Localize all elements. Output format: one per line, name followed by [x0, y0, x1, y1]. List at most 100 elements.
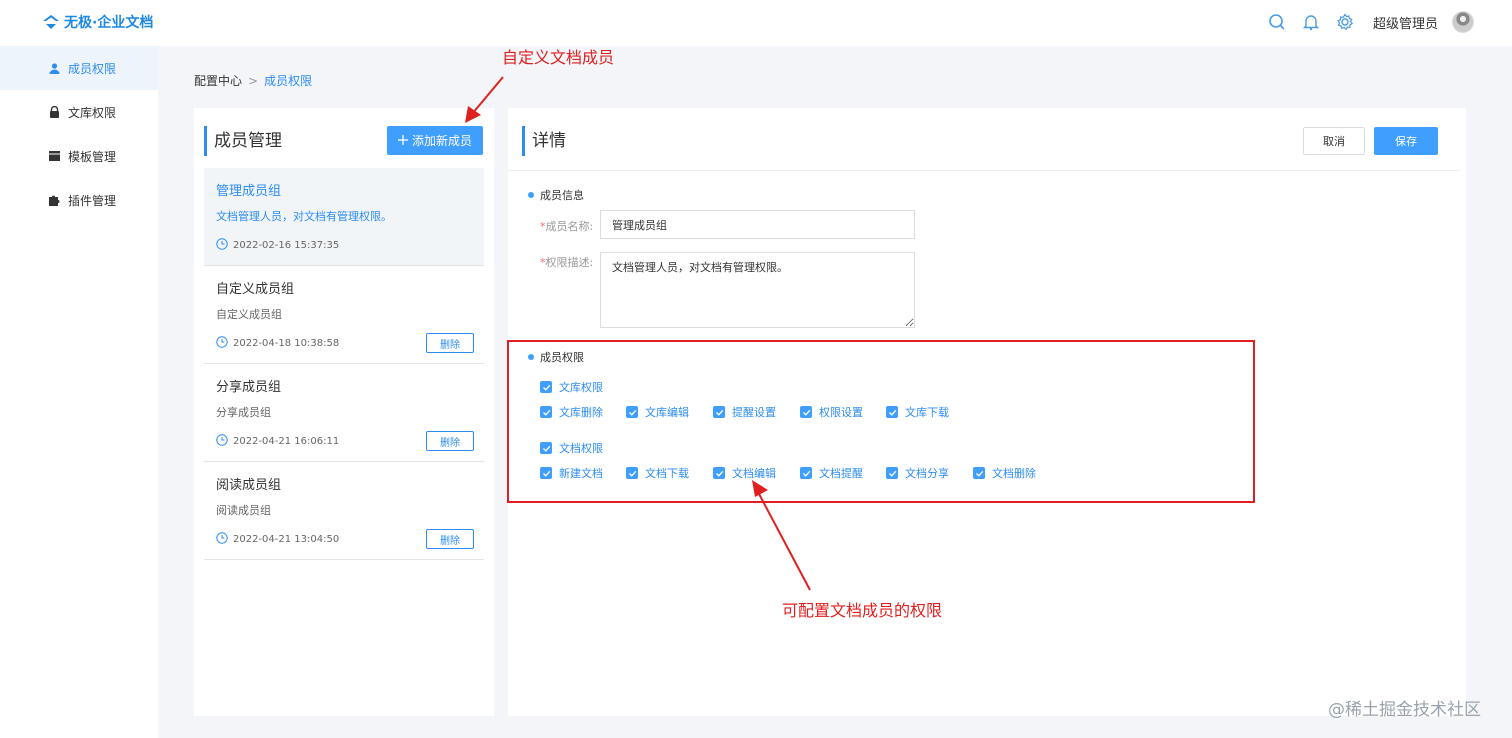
member-group-item[interactable]: 自定义成员组 自定义成员组 2022-04-18 10:38:58 删除: [204, 266, 484, 364]
sidebar-item-label: 成员权限: [68, 61, 117, 76]
checkbox-library-edit[interactable]: 文库编辑: [626, 404, 689, 420]
detail-panel: 详情 取消 保存 成员信息 *成员名称: *权限描述: 文档管理人员，对文档有管…: [508, 108, 1466, 716]
member-group-item[interactable]: 阅读成员组 阅读成员组 2022-04-21 13:04:50 删除: [204, 462, 484, 560]
permission-desc-label: *权限描述:: [540, 254, 593, 270]
checkbox-document-reminder[interactable]: 文档提醒: [800, 465, 863, 481]
sidebar-item-member-permissions[interactable]: 成员权限: [0, 46, 158, 90]
checkmark-icon: [886, 467, 898, 479]
checkmark-icon: [800, 406, 812, 418]
group-name: 阅读成员组: [216, 478, 282, 493]
breadcrumb-separator: >: [248, 73, 259, 88]
checkbox-label: 新建文档: [559, 467, 603, 480]
section-title: 成员权限: [540, 351, 584, 364]
checkbox-label: 文库删除: [559, 406, 603, 419]
breadcrumb: 配置中心 > 成员权限: [194, 72, 312, 89]
cancel-button[interactable]: 取消: [1303, 127, 1365, 155]
group-description: 文档管理人员，对文档有管理权限。: [216, 210, 392, 223]
checkbox-label: 文档提醒: [819, 467, 863, 480]
clock-icon: [216, 238, 228, 253]
user-name[interactable]: 超级管理员: [1373, 13, 1438, 32]
checkbox-label: 文档编辑: [732, 467, 776, 480]
template-icon: [48, 150, 60, 162]
watermark: @稀土掘金技术社区: [1328, 700, 1481, 720]
save-button[interactable]: 保存: [1374, 127, 1438, 155]
member-group-item[interactable]: 管理成员组 文档管理人员，对文档有管理权限。 2022-02-16 15:37:…: [204, 168, 484, 266]
group-description: 分享成员组: [216, 406, 271, 419]
annotation-custom-member: 自定义文档成员: [502, 48, 615, 67]
plus-icon: [397, 134, 408, 148]
breadcrumb-current: 成员权限: [264, 74, 313, 88]
sidebar-item-label: 模板管理: [68, 149, 117, 164]
checkbox-label: 文档下载: [645, 467, 689, 480]
main-content: 配置中心 > 成员权限 成员管理 添加新成员 管理成员组 文档管理人员，对文档有…: [158, 46, 1512, 738]
group-name: 自定义成员组: [216, 282, 295, 297]
checkmark-icon: [800, 467, 812, 479]
group-time-text: 2022-04-21 16:06:11: [233, 436, 340, 447]
top-bar: 无极·企业文档 超级管理员: [0, 0, 1512, 46]
delete-group-button[interactable]: 删除: [426, 529, 474, 549]
group-description: 自定义成员组: [216, 308, 282, 321]
group-name: 管理成员组: [216, 184, 282, 199]
delete-group-button[interactable]: 删除: [426, 431, 474, 451]
clock-icon: [216, 336, 228, 351]
checkbox-label: 权限设置: [819, 406, 863, 419]
checkbox-document-download[interactable]: 文档下载: [626, 465, 689, 481]
checkbox-document-edit[interactable]: 文档编辑: [713, 465, 776, 481]
sidebar-item-label: 文库权限: [68, 105, 117, 120]
bullet-dot: [528, 192, 534, 198]
checkbox-reminder-settings[interactable]: 提醒设置: [713, 404, 776, 420]
panel-title: 成员管理: [204, 126, 282, 156]
checkmark-icon: [540, 406, 552, 418]
checkbox-document-share[interactable]: 文档分享: [886, 465, 949, 481]
breadcrumb-root[interactable]: 配置中心: [194, 72, 242, 89]
app-logo[interactable]: 无极·企业文档: [42, 12, 153, 32]
checkbox-new-document[interactable]: 新建文档: [540, 465, 603, 481]
checkbox-label: 提醒设置: [732, 406, 776, 419]
group-time-text: 2022-04-18 10:38:58: [233, 338, 340, 349]
sidebar: 成员权限 文库权限 模板管理 插件管理: [0, 46, 158, 738]
divider: [508, 170, 1460, 171]
sidebar-item-plugin-management[interactable]: 插件管理: [0, 178, 158, 222]
checkbox-label: 文库下载: [905, 406, 949, 419]
user-icon: [48, 62, 60, 74]
sidebar-item-template-management[interactable]: 模板管理: [0, 134, 158, 178]
checkbox-label: 文库编辑: [645, 406, 689, 419]
logo-text: 无极·企业文档: [64, 15, 154, 31]
checkmark-icon: [973, 467, 985, 479]
checkbox-label: 文库权限: [559, 381, 603, 394]
member-permissions-section: 成员权限: [528, 349, 584, 365]
avatar[interactable]: [1452, 11, 1474, 33]
checkbox-document-delete[interactable]: 文档删除: [973, 465, 1036, 481]
checkmark-icon: [886, 406, 898, 418]
member-management-panel: 成员管理 添加新成员 管理成员组 文档管理人员，对文档有管理权限。 2022-0…: [194, 108, 494, 716]
member-name-input[interactable]: [600, 210, 915, 239]
checkbox-document-permissions[interactable]: 文档权限: [540, 440, 603, 456]
gear-icon[interactable]: [1335, 12, 1355, 32]
group-timestamp: 2022-02-16 15:37:35: [216, 238, 339, 253]
checkbox-library-download[interactable]: 文库下载: [886, 404, 949, 420]
checkbox-permission-settings[interactable]: 权限设置: [800, 404, 863, 420]
bullet-dot: [528, 354, 534, 360]
group-timestamp: 2022-04-21 16:06:11: [216, 434, 339, 449]
puzzle-icon: [48, 194, 60, 206]
checkbox-library-delete[interactable]: 文库删除: [540, 404, 603, 420]
bell-icon[interactable]: [1301, 12, 1321, 32]
member-group-item[interactable]: 分享成员组 分享成员组 2022-04-21 16:06:11 删除: [204, 364, 484, 462]
checkmark-icon: [713, 467, 725, 479]
checkbox-library-permissions[interactable]: 文库权限: [540, 379, 603, 395]
field-label-text: 成员名称:: [545, 220, 594, 233]
checkmark-icon: [713, 406, 725, 418]
group-name: 分享成员组: [216, 380, 282, 395]
checkmark-icon: [626, 406, 638, 418]
group-timestamp: 2022-04-21 13:04:50: [216, 532, 339, 547]
checkbox-label: 文档权限: [559, 442, 603, 455]
sidebar-item-library-permissions[interactable]: 文库权限: [0, 90, 158, 134]
member-info-section: 成员信息: [528, 187, 584, 203]
group-time-text: 2022-02-16 15:37:35: [233, 240, 340, 251]
add-member-button[interactable]: 添加新成员: [387, 126, 483, 155]
group-timestamp: 2022-04-18 10:38:58: [216, 336, 339, 351]
checkbox-label: 文档删除: [992, 467, 1036, 480]
delete-group-button[interactable]: 删除: [426, 333, 474, 353]
permission-desc-textarea[interactable]: 文档管理人员，对文档有管理权限。: [600, 252, 915, 328]
search-icon[interactable]: [1267, 12, 1287, 32]
